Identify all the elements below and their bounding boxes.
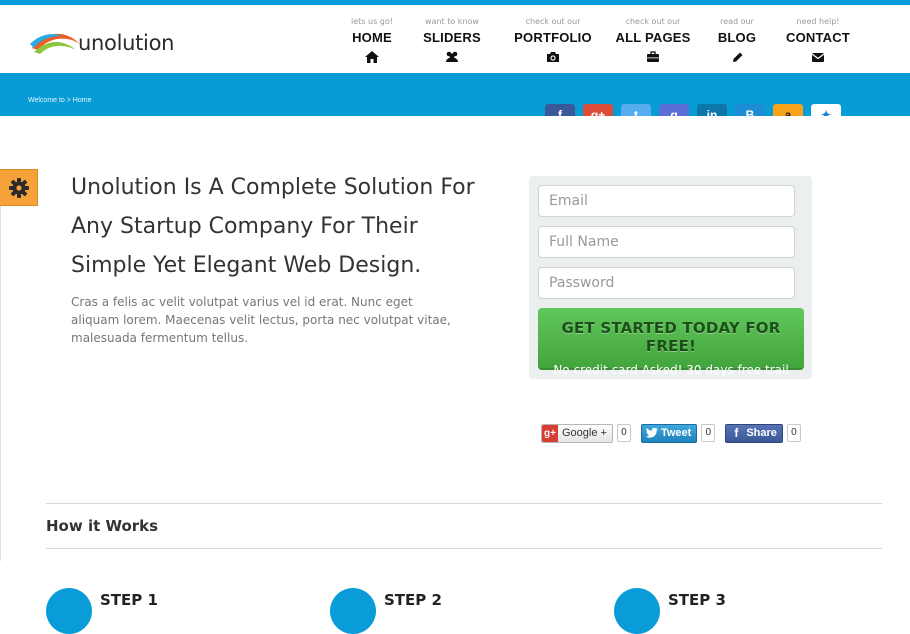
nav-sliders[interactable]: want to know SLIDERS — [407, 17, 497, 63]
logo-swoosh-icon — [30, 33, 80, 54]
facebook-share-label: Share — [746, 427, 777, 439]
step-3-label: STEP 3 — [668, 591, 726, 609]
nav-contact[interactable]: need help! CONTACT — [773, 17, 863, 63]
pencil-icon — [733, 52, 743, 62]
section-divider-bottom — [46, 548, 882, 549]
nav-all-pages[interactable]: check out our ALL PAGES — [608, 17, 698, 63]
dropbox-icon[interactable]: ✦ — [811, 104, 841, 116]
google-plus-share-label: Google + — [562, 427, 607, 439]
nav-sliders-label: SLIDERS — [423, 30, 481, 45]
envelope-icon — [811, 53, 825, 62]
nav-home[interactable]: lets us go! HOME — [327, 17, 417, 63]
nav-blog-subtitle: read our — [720, 17, 754, 26]
facebook-icon[interactable]: f — [545, 104, 575, 116]
home-icon — [365, 51, 379, 63]
tweet-count: 0 — [701, 424, 716, 442]
nav-all-pages-subtitle: check out our — [625, 17, 681, 26]
nav-home-label: HOME — [352, 30, 392, 45]
facebook-share-button[interactable]: f Share — [725, 423, 783, 443]
nav-portfolio-subtitle: check out our — [525, 17, 581, 26]
camera-icon — [547, 52, 559, 62]
amazon-icon[interactable]: a — [773, 104, 803, 116]
password-field[interactable] — [538, 267, 795, 299]
google-icon[interactable]: g — [659, 104, 689, 116]
nav-sliders-subtitle: want to know — [425, 17, 479, 26]
site-header: unolution lets us go! HOME want to know … — [0, 5, 910, 73]
blogger-icon[interactable]: B — [735, 104, 765, 116]
step-2-globe-icon — [330, 588, 376, 634]
facebook-icon: f — [734, 426, 739, 440]
google-plus-icon[interactable]: g+ — [583, 104, 613, 116]
settings-panel-toggle[interactable] — [0, 169, 38, 206]
get-started-button[interactable]: GET STARTED TODAY FOR FREE! No credit ca… — [538, 308, 804, 377]
nav-all-pages-label: ALL PAGES — [615, 30, 691, 45]
full-name-field[interactable] — [538, 226, 795, 258]
twitter-bird-icon — [645, 427, 658, 438]
nav-portfolio-label: PORTFOLIO — [514, 30, 592, 45]
step-2-label: STEP 2 — [384, 591, 442, 609]
nav-blog-label: BLOG — [717, 30, 757, 45]
page-banner: Welcome to > Home f g+ t g in B a ✦ — [0, 73, 910, 116]
get-started-label: GET STARTED TODAY FOR FREE! — [561, 319, 781, 355]
google-plus-share-button[interactable]: g+ Google + — [541, 423, 613, 443]
get-started-sublabel: No credit card Asked! 30 days free trail — [553, 363, 789, 377]
main-nav: lets us go! HOME want to know SLIDERS ch… — [330, 17, 870, 67]
hero-title: Unolution Is A Complete Solution For Any… — [71, 175, 475, 278]
tweet-label: Tweet — [660, 427, 692, 439]
step-1-globe-icon — [46, 588, 92, 634]
google-plus-share-count: 0 — [616, 424, 631, 442]
nav-home-subtitle: lets us go! — [351, 17, 393, 26]
briefcase-icon — [647, 51, 659, 62]
logo-text: unolution — [78, 31, 175, 55]
gear-icon — [8, 177, 29, 198]
nav-portfolio[interactable]: check out our PORTFOLIO — [508, 17, 598, 63]
left-divider — [0, 206, 1, 561]
step-3-globe-icon — [614, 588, 660, 634]
site-logo[interactable]: unolution — [30, 23, 174, 63]
google-plus-icon: g+ — [542, 424, 558, 442]
email-field[interactable] — [538, 185, 795, 217]
facebook-share-count: 0 — [786, 424, 801, 442]
breadcrumb[interactable]: Welcome to > Home — [28, 97, 91, 104]
step-1-label: STEP 1 — [100, 591, 158, 609]
linkedin-icon[interactable]: in — [697, 104, 727, 116]
how-it-works-title: How it Works — [46, 517, 159, 535]
nav-contact-label: CONTACT — [786, 30, 850, 45]
share-buttons: g+ Google + 0 Tweet 0 f Share 0 — [541, 423, 811, 443]
social-icons: f g+ t g in B a ✦ — [545, 104, 849, 116]
hero-description: Cras a felis ac velit volutpat varius ve… — [71, 295, 451, 345]
users-icon — [446, 51, 458, 62]
tweet-button[interactable]: Tweet — [640, 423, 698, 443]
signup-form: GET STARTED TODAY FOR FREE! No credit ca… — [529, 176, 812, 379]
nav-blog[interactable]: read our BLOG — [692, 17, 782, 63]
nav-contact-subtitle: need help! — [796, 17, 840, 26]
twitter-icon[interactable]: t — [621, 104, 651, 116]
section-divider-top — [46, 503, 882, 504]
